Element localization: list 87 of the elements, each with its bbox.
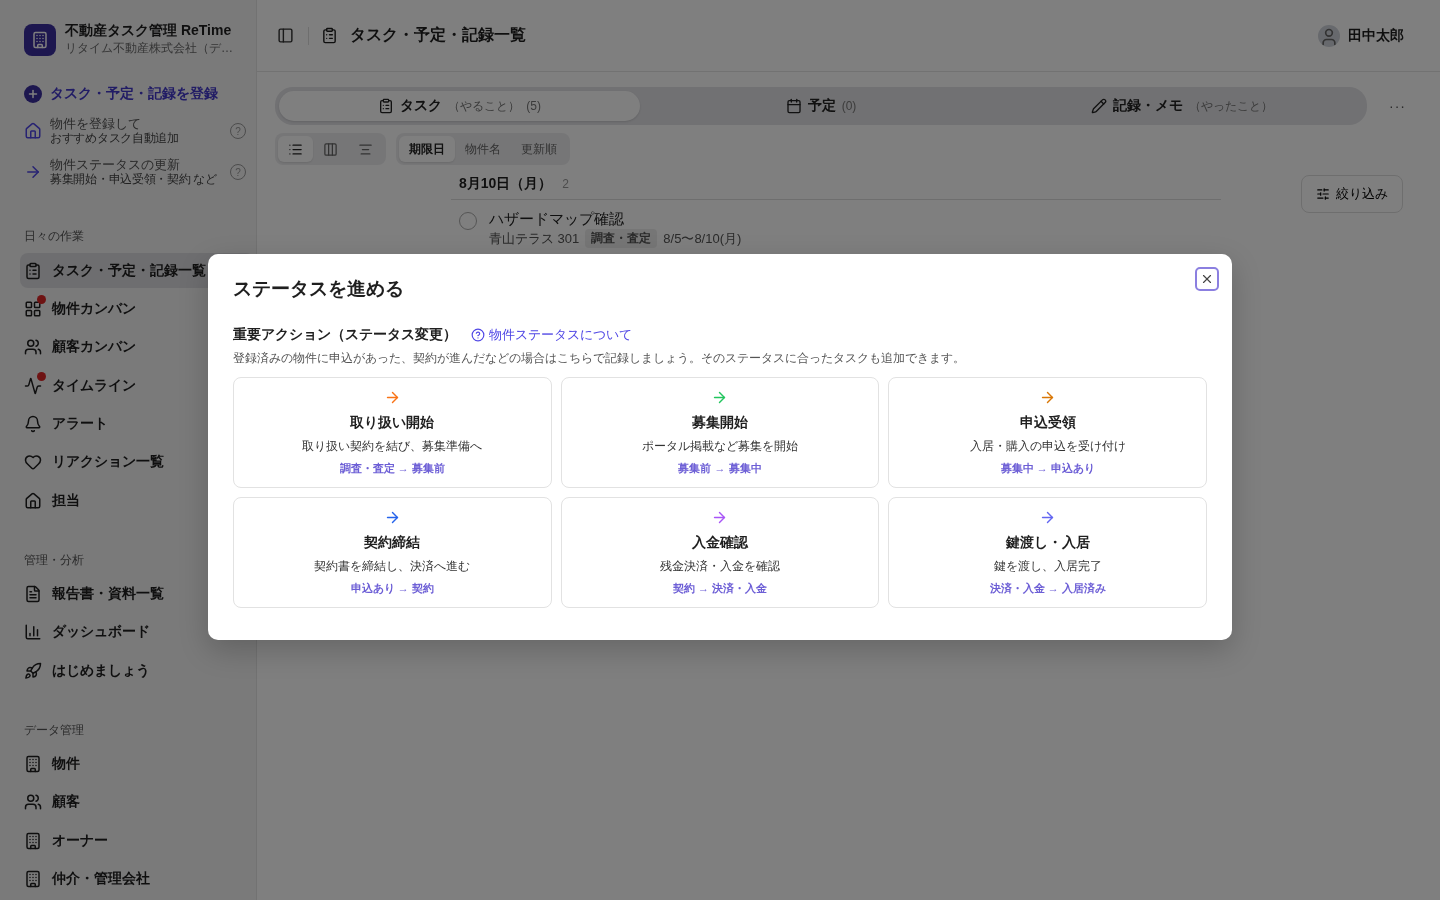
document-icon [24,584,42,603]
app-name: 不動産タスク管理 ReTime [65,22,233,40]
property-name: 青山テラス 301 [489,229,580,248]
section-heading: 重要アクション（ステータス変更） [233,326,457,344]
pulse-icon [24,376,42,395]
clipboard-icon [321,27,338,44]
status-transition: 決済・入金 → 入居済み [989,581,1106,596]
sidebar-toggle-icon[interactable] [275,25,296,46]
rocket-icon [24,661,42,680]
sort-option[interactable]: 更新順 [511,136,567,162]
action-description: 契約書を締結し、決済へ進む [314,558,471,575]
bar-chart-icon [24,623,42,642]
page-title: タスク・予定・記録一覧 [350,25,526,45]
heart-icon [24,453,42,472]
help-icon [471,328,485,342]
action-description: 入居・購入の申込を受け付け [969,438,1126,455]
action-title: 鍵渡し・入居 [1005,534,1090,552]
section-title: データ管理 [24,721,85,739]
action-title: 契約締結 [364,534,421,552]
building-icon [24,754,42,773]
shortcut-title[interactable]: 物件を登録して [50,117,222,132]
sort-option[interactable]: 期限日 [399,136,455,162]
clipboard-icon [378,98,395,114]
action-description: ポータル掲載など募集を開始 [642,438,798,455]
bell-icon [24,414,42,433]
action-card[interactable]: 募集開始 ポータル掲載など募集を開始 募集前 → 募集中 [560,377,880,488]
sidebar-item[interactable]: オーナー [20,823,254,858]
action-description: 鍵を渡し、入居完了 [993,558,1102,575]
align-icon [358,141,373,157]
sidebar-item[interactable]: 仲介・管理会社 [20,861,254,897]
sidebar-item[interactable]: はじめましょう [20,653,254,688]
sidebar-item[interactable]: 物件 [20,746,254,782]
status-transition: 募集前 → 募集中 [678,461,762,476]
users-icon [24,338,42,357]
sort-option[interactable]: 物件名 [455,136,511,162]
status-transition: 募集中 → 申込あり [1000,461,1095,476]
action-title: 入金確認 [692,534,748,552]
filter-icon [1316,187,1330,201]
more-button[interactable]: ··· [1383,97,1412,115]
tab-count: (5) [526,99,541,113]
action-title: 募集開始 [692,414,748,432]
dialog-description: 登録済みの物件に申込があった、契約が進んだなどの場合はこちらで記録しましょう。そのステータスに合ったタスクも追加できます。 [233,350,966,367]
status-transition: 調査・査定 → 募集前 [339,461,445,476]
sidebar-item[interactable]: 顧客 [20,785,254,820]
task-period: 8/5〜8/10(月) [663,229,742,248]
calendar-icon [785,98,802,114]
shortcut-subtitle: 募集開始・申込受領・契約 など [50,172,218,187]
building-icon [24,869,42,888]
house-icon [24,122,42,141]
user-name[interactable]: 田中太郎 [1348,26,1404,45]
avatar[interactable] [1318,24,1340,47]
users-icon [24,793,42,812]
help-link[interactable]: 物件ステータスについて [471,326,632,344]
status-transition: 申込あり → 契約 [350,581,434,596]
clipboard-icon [24,261,42,280]
action-title: 取り扱い開始 [350,414,435,432]
action-card[interactable]: 鍵渡し・入居 鍵を渡し、入居完了 決済・入金 → 入居済み [888,497,1207,608]
action-card[interactable]: 入金確認 残金決済・入金を確認 契約 → 決済・入金 [560,497,880,608]
date-heading: 8月10日（月） [459,175,553,193]
columns-icon [323,141,338,157]
section-title: 日々の作業 [24,228,85,246]
action-card[interactable]: 申込受領 入居・購入の申込を受け付け 募集中 → 申込あり [888,377,1207,488]
view-mode-button[interactable] [278,136,313,162]
filter-button[interactable]: 絞り込み [1301,175,1403,213]
pencil-icon [1091,98,1108,114]
close-icon[interactable] [1195,267,1219,291]
shortcut-subtitle: おすすめタスク自動追加 [50,131,180,146]
action-card[interactable]: 取り扱い開始 取り扱い契約を結び、募集準備へ 調査・査定 → 募集前 [233,377,552,488]
task-title[interactable]: ハザードマップ確認 [489,210,742,229]
list-icon [288,141,303,157]
action-description: 取り扱い契約を結び、募集準備へ [302,438,483,455]
action-card[interactable]: 契約締結 契約書を締結し、決済へ進む 申込あり → 契約 [233,497,552,608]
action-description: 残金決済・入金を確認 [660,558,780,575]
grid-icon [24,299,42,318]
shortcut-title[interactable]: 物件ステータスの更新 [50,157,222,173]
register-button[interactable]: タスク・予定・記録を登録 [24,85,246,103]
sidebar-item[interactable]: ダッシュボード [20,615,254,650]
tab[interactable]: タスク （やること） (5) [279,91,641,121]
building-icon [24,831,42,850]
action-title: 申込受領 [1019,414,1076,432]
plus-icon [24,85,42,103]
app-logo [24,23,56,56]
section-title: 管理・分析 [24,551,85,569]
tab-note: （やること） [448,97,521,115]
house-icon [24,491,42,510]
status-transition: 契約 → 決済・入金 [672,581,768,596]
status-tag: 調査・査定 [585,229,658,248]
